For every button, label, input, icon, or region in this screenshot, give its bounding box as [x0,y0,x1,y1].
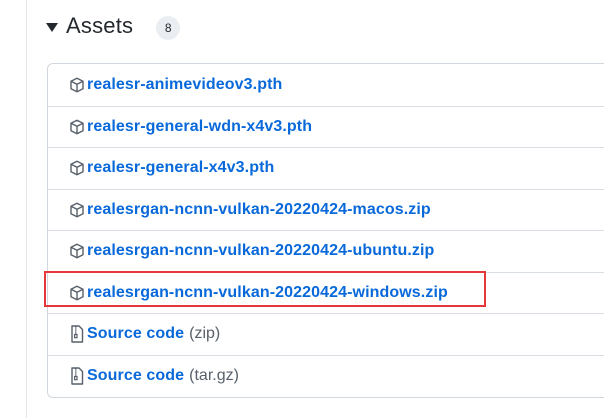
source-code-targz-ext: (tar.gz) [189,366,239,384]
source-code-zip-link[interactable]: Source code [87,325,184,343]
timeline-divider [26,0,27,418]
assets-list: realesr-animevideov3.pth realesr-general… [47,63,604,398]
asset-row: realesr-general-wdn-x4v3.pth [48,105,604,148]
file-zip-icon [68,367,86,385]
assets-count-badge: 8 [156,15,181,40]
package-icon [68,242,86,260]
source-code-targz-link[interactable]: Source code [87,367,184,385]
package-icon [68,118,86,136]
asset-link-ubuntu-zip[interactable]: realesrgan-ncnn-vulkan-20220424-ubuntu.z… [87,242,434,260]
package-icon [68,201,86,219]
source-code-zip-ext: (zip) [189,325,221,343]
asset-row: realesrgan-ncnn-vulkan-20220424-windows.… [48,271,604,314]
asset-row: Source code (tar.gz) [48,354,604,397]
asset-link-macos-zip[interactable]: realesrgan-ncnn-vulkan-20220424-macos.zi… [87,201,431,219]
assets-title: Assets [66,13,134,38]
package-icon [68,159,86,177]
file-zip-icon [68,325,86,343]
asset-row: realesrgan-ncnn-vulkan-20220424-ubuntu.z… [48,230,604,272]
release-assets-page: Assets 8 realesr-animevideov3.pth reales… [0,0,604,418]
package-icon [68,284,86,302]
asset-row: realesrgan-ncnn-vulkan-20220424-macos.zi… [48,188,604,231]
asset-link-windows-zip[interactable]: realesrgan-ncnn-vulkan-20220424-windows.… [87,284,448,302]
asset-link-general-x4v3-pth[interactable]: realesr-general-x4v3.pth [87,159,274,177]
package-icon [68,76,86,94]
caret-down-icon [46,22,58,32]
asset-link-general-wdn-x4v3-pth[interactable]: realesr-general-wdn-x4v3.pth [87,118,312,136]
asset-row: Source code (zip) [48,313,604,355]
asset-row: realesr-animevideov3.pth [48,64,604,106]
assets-toggle[interactable]: Assets 8 [46,10,181,42]
asset-row: realesr-general-x4v3.pth [48,147,604,189]
asset-link-animevideov3-pth[interactable]: realesr-animevideov3.pth [87,76,282,94]
